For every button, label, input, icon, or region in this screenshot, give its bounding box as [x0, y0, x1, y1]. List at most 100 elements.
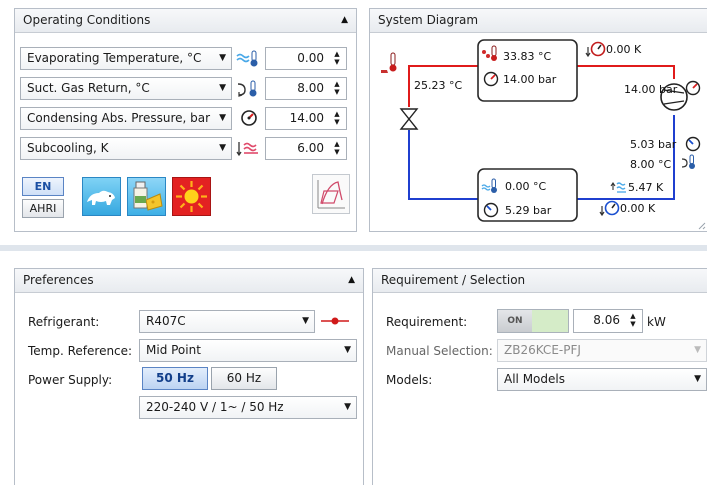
top-delta-k-icon: [585, 41, 606, 58]
suction-gas-return-input[interactable]: 8.00 ▲ ▼: [265, 77, 347, 100]
power-supply-label: Power Supply:: [28, 373, 113, 387]
suction-gas-return-select[interactable]: Suct. Gas Return, °C ▼: [20, 77, 232, 100]
models-value: All Models: [504, 372, 565, 386]
frequency-60hz-button[interactable]: 60 Hz: [211, 367, 277, 390]
operating-conditions-panel: Operating Conditions ▲ Evaporating Tempe…: [14, 8, 357, 232]
top-delta-k: 0.00 K: [606, 43, 642, 56]
ph-diagram-button[interactable]: [312, 174, 350, 214]
evaporating-temperature-input[interactable]: 0.00 ▲ ▼: [265, 47, 347, 70]
condenser-temperature: 33.83 °C: [503, 50, 552, 63]
language-en-label: EN: [34, 180, 52, 193]
chevron-down-icon: ▼: [219, 143, 226, 153]
evaporator-thermometer-icon: [236, 50, 258, 67]
temp-reference-select[interactable]: Mid Point ▼: [139, 339, 357, 362]
refrigerant-line-icon: [321, 317, 349, 325]
evaporator-temperature: 0.00 °C: [505, 180, 547, 193]
bottom-delta-k: 0.00 K: [620, 202, 656, 215]
requirement-value: 8.06: [593, 313, 620, 327]
system-diagram-panel: System Diagram 33.83 °C 14.00 bar 0.00 K…: [369, 8, 707, 232]
refrigerant-label: Refrigerant:: [28, 315, 100, 329]
preferences-panel: Preferences ▲ Refrigerant: R407C ▼ Temp.…: [14, 268, 364, 485]
manual-selection-select[interactable]: ZB26KCE-PFJ ▼: [497, 339, 707, 362]
requirement-input[interactable]: 8.06 ▲ ▼: [573, 309, 643, 333]
frequency-50hz-label: 50 Hz: [156, 371, 194, 385]
requirement-panel: Requirement / Selection Requirement: ON …: [372, 268, 707, 485]
evaporator-pressure: 5.29 bar: [505, 204, 552, 217]
food-storage-icon[interactable]: [127, 177, 166, 216]
evaporator-gauge-icon: [483, 202, 499, 218]
collapse-arrow-icon[interactable]: ▲: [348, 269, 355, 292]
subcooling-label: Subcooling, K: [27, 141, 109, 155]
suction-temperature: 8.00 °C: [630, 158, 672, 171]
ph-diagram-icon: [317, 180, 345, 209]
sun-shape: [176, 181, 207, 212]
discharge-gauge-icon: [685, 80, 701, 96]
expansion-valve-icon: [399, 108, 419, 130]
refrigerant-value: R407C: [146, 314, 186, 328]
bottom-delta-k-icon: [599, 200, 620, 217]
requirement-title: Requirement / Selection: [381, 273, 526, 287]
chevron-down-icon: ▼: [344, 345, 351, 355]
discharge-line: [577, 65, 675, 79]
condenser-pressure: 14.00 bar: [503, 73, 557, 86]
models-label: Models:: [386, 373, 433, 387]
polar-bear-shape: [87, 190, 115, 205]
frequency-50hz-button[interactable]: 50 Hz: [142, 367, 208, 390]
subcooling-value: 6.00: [297, 141, 324, 155]
operating-conditions-title: Operating Conditions: [23, 13, 151, 27]
language-ahri-button[interactable]: AHRI: [22, 199, 64, 218]
evaporating-temperature-value: 0.00: [297, 51, 324, 65]
stepper-icon[interactable]: ▲ ▼: [332, 80, 342, 97]
chevron-down-icon: ▼: [219, 83, 226, 93]
stepper-icon[interactable]: ▲ ▼: [332, 50, 342, 67]
chevron-down-icon: ▼: [344, 402, 351, 412]
condensing-pressure-value: 14.00: [289, 111, 324, 125]
preferences-title: Preferences: [23, 273, 94, 287]
superheat-icon: [610, 182, 626, 193]
condenser-gauge-icon: [483, 71, 499, 87]
stepper-icon[interactable]: ▲ ▼: [628, 312, 638, 329]
subcooling-select[interactable]: Subcooling, K ▼: [20, 137, 232, 160]
voltage-select[interactable]: 220-240 V / 1~ / 50 Hz ▼: [139, 396, 357, 419]
collapse-arrow-icon[interactable]: ▲: [341, 9, 348, 32]
condensing-pressure-input[interactable]: 14.00 ▲ ▼: [265, 107, 347, 130]
chevron-down-icon: ▼: [219, 53, 226, 63]
compressor-discharge-pressure: 14.00 bar: [624, 83, 678, 96]
refrigeration-cycle-diagram: [381, 39, 706, 230]
suction-return-icon: [237, 80, 257, 97]
subcooling-input[interactable]: 6.00 ▲ ▼: [265, 137, 347, 160]
condensing-pressure-select[interactable]: Condensing Abs. Pressure, bar ▼: [20, 107, 232, 130]
requirement-toggle[interactable]: ON: [497, 309, 569, 333]
stepper-icon[interactable]: ▲ ▼: [332, 110, 342, 127]
operating-conditions-header: Operating Conditions ▲: [15, 9, 356, 33]
toggle-on-label: ON: [507, 316, 523, 326]
evaporating-temperature-select[interactable]: Evaporating Temperature, °C ▼: [20, 47, 232, 70]
models-select[interactable]: All Models ▼: [497, 368, 707, 391]
manual-selection-value: ZB26KCE-PFJ: [504, 343, 581, 357]
liquid-thermometer-icon: [381, 52, 397, 73]
condensing-pressure-label: Condensing Abs. Pressure, bar: [27, 111, 211, 125]
preferences-header: Preferences ▲: [15, 269, 363, 293]
refrigerant-select[interactable]: R407C ▼: [139, 310, 315, 333]
chevron-down-icon: ▼: [694, 345, 701, 355]
pressure-gauge-icon: [241, 110, 257, 126]
voltage-value: 220-240 V / 1~ / 50 Hz: [146, 400, 284, 414]
superheat-value: 5.47 K: [628, 181, 664, 194]
food-shape: [133, 181, 163, 211]
chevron-down-icon: ▼: [219, 113, 226, 123]
hot-sun-icon[interactable]: [172, 177, 211, 216]
toggle-on-knob: ON: [498, 310, 532, 332]
chevron-down-icon: ▼: [302, 316, 309, 326]
requirement-unit: kW: [647, 315, 666, 329]
language-en-button[interactable]: EN: [22, 177, 64, 196]
requirement-header: Requirement / Selection: [373, 269, 707, 293]
resize-grip-icon[interactable]: [698, 222, 706, 230]
suction-temp-icon: [681, 154, 695, 169]
suction-gas-return-value: 8.00: [297, 81, 324, 95]
stepper-icon[interactable]: ▲ ▼: [332, 140, 342, 157]
temp-reference-label: Temp. Reference:: [28, 344, 133, 358]
requirement-label: Requirement:: [386, 315, 468, 329]
polar-bear-icon[interactable]: [82, 177, 121, 216]
manual-selection-label: Manual Selection:: [386, 344, 493, 358]
language-ahri-label: AHRI: [29, 202, 57, 215]
